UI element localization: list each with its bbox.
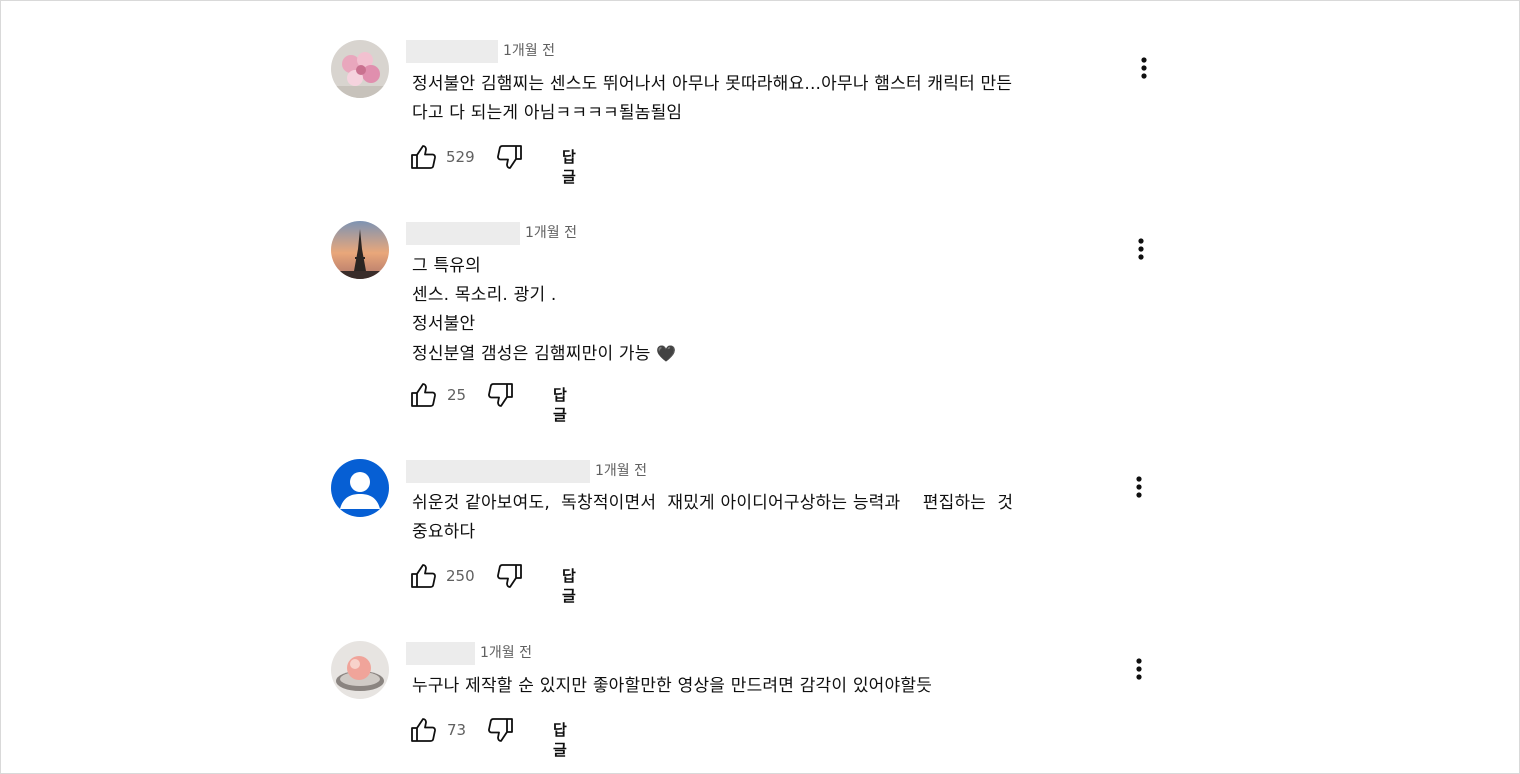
reply-button[interactable]: 답글 xyxy=(553,720,567,760)
comment-line: 정서불안 xyxy=(412,314,476,334)
comment-timestamp[interactable]: 1개월 전 xyxy=(503,41,555,61)
thumbs-up-icon[interactable] xyxy=(408,561,438,591)
author-name-redacted[interactable] xyxy=(406,222,520,245)
thumbs-up-icon[interactable] xyxy=(408,715,438,745)
comment-timestamp[interactable]: 1개월 전 xyxy=(525,223,577,243)
comment-line: 정신분열 갬성은 김햄찌만이 가능 xyxy=(412,344,651,364)
more-options-icon[interactable] xyxy=(1134,54,1154,84)
more-options-icon[interactable] xyxy=(1129,473,1149,503)
comment-text: 그 특유의 센스. 목소리. 광기 . 정서불안 정신분열 갬성은 김햄찌만이 … xyxy=(412,252,676,369)
like-count: 73 xyxy=(447,721,467,739)
like-count: 529 xyxy=(446,148,475,166)
thumbs-down-icon[interactable] xyxy=(495,561,525,591)
thumbs-down-icon[interactable] xyxy=(486,715,516,745)
black-heart-emoji: 🖤 xyxy=(656,344,677,363)
thumbs-down-icon[interactable] xyxy=(486,380,516,410)
reply-button[interactable]: 답글 xyxy=(553,385,567,425)
thumbs-up-icon[interactable] xyxy=(408,142,438,172)
reply-button[interactable]: 답글 xyxy=(562,147,576,187)
peach-dessert-avatar[interactable] xyxy=(331,641,389,699)
comment-text: 쉬운것 같아보여도, 독창적이면서 재밌게 아이디어구상하는 능력과 편집하는 … xyxy=(412,489,1013,547)
more-options-icon[interactable] xyxy=(1131,235,1151,265)
author-name-redacted[interactable] xyxy=(406,642,475,665)
flower-avatar[interactable] xyxy=(331,40,389,98)
comment-timestamp[interactable]: 1개월 전 xyxy=(480,643,532,663)
comment-line: 다고 다 되는게 아님ㅋㅋㅋㅋ될놈될임 xyxy=(412,103,683,123)
reply-button[interactable]: 답글 xyxy=(562,566,576,606)
comment-line: 누구나 제작할 순 있지만 좋아할만한 영상을 만드려면 감각이 있어야할듯 xyxy=(412,676,933,696)
comment-line: 정서불안 김햄찌는 센스도 뛰어나서 아무나 못따라해요...아무나 햄스터 캐… xyxy=(412,74,1013,94)
more-options-icon[interactable] xyxy=(1129,655,1149,685)
author-name-redacted[interactable] xyxy=(406,40,498,63)
thumbs-down-icon[interactable] xyxy=(495,142,525,172)
author-name-redacted[interactable] xyxy=(406,460,590,483)
comment-text: 정서불안 김햄찌는 센스도 뛰어나서 아무나 못따라해요...아무나 햄스터 캐… xyxy=(412,70,1012,128)
comment-timestamp[interactable]: 1개월 전 xyxy=(595,461,647,481)
eiffel-tower-avatar[interactable] xyxy=(331,221,389,279)
comment-line: 그 특유의 xyxy=(412,256,481,276)
comment-text: 누구나 제작할 순 있지만 좋아할만한 영상을 만드려면 감각이 있어야할듯 xyxy=(412,672,932,701)
comment-line: 중요하다 xyxy=(412,522,476,542)
default-user-avatar[interactable] xyxy=(331,459,389,517)
like-count: 250 xyxy=(446,567,475,585)
comment-line: 쉬운것 같아보여도, 독창적이면서 재밌게 아이디어구상하는 능력과 편집하는 … xyxy=(412,493,1014,513)
comment-line: 센스. 목소리. 광기 . xyxy=(412,285,557,305)
thumbs-up-icon[interactable] xyxy=(408,380,438,410)
like-count: 25 xyxy=(447,386,467,404)
